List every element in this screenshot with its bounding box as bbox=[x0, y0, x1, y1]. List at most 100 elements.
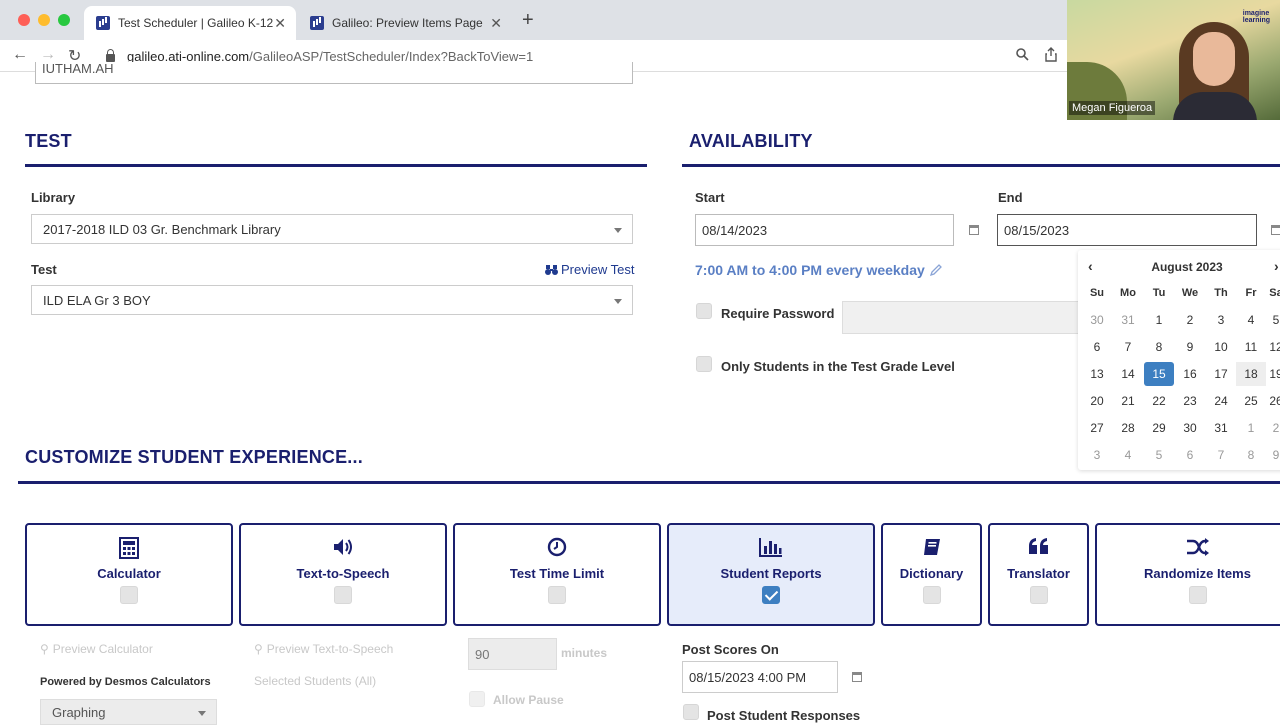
calendar-icon[interactable] bbox=[1271, 225, 1280, 235]
close-tab-icon[interactable]: ✕ bbox=[490, 15, 502, 32]
calendar-day[interactable]: 15 bbox=[1144, 362, 1174, 386]
feature-card-text-to-speech[interactable]: Text-to-Speech bbox=[239, 523, 447, 626]
require-password-checkbox[interactable] bbox=[696, 303, 712, 319]
calculator-mode-select[interactable]: Graphing bbox=[40, 699, 217, 725]
feature-card-checkbox[interactable] bbox=[548, 586, 566, 604]
feature-card-checkbox[interactable] bbox=[762, 586, 780, 604]
time-limit-input[interactable]: 90 bbox=[468, 638, 557, 670]
calendar-day[interactable]: 5 bbox=[1261, 308, 1280, 332]
password-input[interactable] bbox=[842, 301, 1082, 334]
calendar-icon[interactable] bbox=[969, 225, 979, 235]
test-select[interactable]: ILD ELA Gr 3 BOY bbox=[31, 285, 633, 315]
allow-pause-checkbox[interactable] bbox=[469, 691, 485, 707]
feature-card-test-time-limit[interactable]: Test Time Limit bbox=[453, 523, 661, 626]
feature-card-checkbox[interactable] bbox=[334, 586, 352, 604]
weekday-header: Sa bbox=[1269, 287, 1280, 299]
new-tab-button[interactable]: + bbox=[522, 10, 534, 30]
library-select[interactable]: 2017-2018 ILD 03 Gr. Benchmark Library bbox=[31, 214, 633, 244]
tab-preview-items[interactable]: Galileo: Preview Items Page ✕ bbox=[298, 6, 512, 40]
schedule-link[interactable]: 7:00 AM to 4:00 PM every weekday bbox=[695, 262, 943, 278]
selected-students-label[interactable]: Selected Students (All) bbox=[254, 674, 376, 688]
preview-tts-link[interactable]: ⚲ Preview Text-to-Speech bbox=[254, 642, 393, 656]
calendar-month-label[interactable]: August 2023 bbox=[1078, 260, 1280, 274]
time-limit-unit: minutes bbox=[561, 646, 608, 660]
calendar-day[interactable]: 20 bbox=[1082, 389, 1112, 413]
calendar-day[interactable]: 7 bbox=[1113, 335, 1143, 359]
calendar-day[interactable]: 23 bbox=[1175, 389, 1205, 413]
feature-card-label: Dictionary bbox=[899, 566, 964, 581]
post-responses-checkbox[interactable] bbox=[683, 704, 699, 720]
feature-card-checkbox[interactable] bbox=[1029, 586, 1048, 604]
calendar-day[interactable]: 1 bbox=[1144, 308, 1174, 332]
calendar-day[interactable]: 27 bbox=[1082, 416, 1112, 440]
calendar-day[interactable]: 28 bbox=[1113, 416, 1143, 440]
feature-card-label: Test Time Limit bbox=[509, 566, 605, 581]
calendar-day[interactable]: 21 bbox=[1113, 389, 1143, 413]
back-arrow-icon[interactable]: ← bbox=[12, 46, 28, 64]
post-responses-label: Post Student Responses bbox=[707, 708, 861, 723]
calendar-day[interactable]: 2 bbox=[1261, 416, 1280, 440]
calendar-day[interactable]: 10 bbox=[1206, 335, 1236, 359]
calendar-day[interactable]: 24 bbox=[1206, 389, 1236, 413]
feature-card-dictionary[interactable]: Dictionary bbox=[881, 523, 982, 626]
chevron-down-icon bbox=[614, 228, 622, 233]
preview-test-link[interactable]: Preview Test bbox=[545, 262, 634, 277]
calendar-day[interactable]: 12 bbox=[1261, 335, 1280, 359]
post-scores-value: 08/15/2023 4:00 PM bbox=[689, 669, 807, 685]
start-date-input[interactable]: 08/14/2023 bbox=[695, 214, 954, 246]
calendar-day[interactable]: 30 bbox=[1175, 416, 1205, 440]
preview-test-label: Preview Test bbox=[561, 262, 635, 277]
search-icon[interactable] bbox=[1016, 48, 1029, 61]
calendar-day[interactable]: 31 bbox=[1113, 308, 1143, 332]
partial-top-field[interactable]: IUTHAM.AH bbox=[35, 62, 633, 84]
window-close-button[interactable] bbox=[18, 14, 30, 26]
window-zoom-button[interactable] bbox=[58, 14, 70, 26]
calendar-day[interactable]: 3 bbox=[1082, 443, 1112, 467]
calendar-day[interactable]: 4 bbox=[1113, 443, 1143, 467]
only-grade-checkbox[interactable] bbox=[696, 356, 712, 372]
preview-calculator-link[interactable]: ⚲ Preview Calculator bbox=[40, 642, 153, 656]
calendar-day[interactable]: 9 bbox=[1175, 335, 1205, 359]
calendar-day[interactable]: 19 bbox=[1261, 362, 1280, 386]
feature-card-randomize-items[interactable]: Randomize Items bbox=[1095, 523, 1280, 626]
calendar-day[interactable]: 6 bbox=[1082, 335, 1112, 359]
weekday-header: Tu bbox=[1152, 287, 1166, 299]
customize-section-rule bbox=[18, 481, 1280, 484]
tab-title: Galileo: Preview Items Page bbox=[332, 16, 483, 30]
calendar-icon[interactable] bbox=[852, 672, 862, 682]
close-tab-icon[interactable]: ✕ bbox=[274, 15, 286, 32]
calendar-day[interactable]: 14 bbox=[1113, 362, 1143, 386]
binoculars-icon bbox=[545, 264, 558, 275]
calendar-day[interactable]: 9 bbox=[1261, 443, 1280, 467]
feature-card-checkbox[interactable] bbox=[120, 586, 138, 604]
calendar-day[interactable]: 7 bbox=[1206, 443, 1236, 467]
calendar-day[interactable]: 2 bbox=[1175, 308, 1205, 332]
next-month-icon[interactable]: › bbox=[1274, 258, 1279, 274]
calendar-day[interactable]: 29 bbox=[1144, 416, 1174, 440]
chevron-down-icon bbox=[614, 299, 622, 304]
calendar-day[interactable]: 31 bbox=[1206, 416, 1236, 440]
calendar-day[interactable]: 6 bbox=[1175, 443, 1205, 467]
tab-test-scheduler[interactable]: Test Scheduler | Galileo K-12 ✕ bbox=[84, 6, 296, 40]
calendar-day[interactable]: 5 bbox=[1144, 443, 1174, 467]
feature-card-checkbox[interactable] bbox=[922, 586, 941, 604]
participant-name: Megan Figueroa bbox=[1069, 101, 1156, 115]
calendar-day[interactable]: 3 bbox=[1206, 308, 1236, 332]
binoculars-icon: ⚲ bbox=[40, 642, 49, 656]
post-scores-input[interactable]: 08/15/2023 4:00 PM bbox=[682, 661, 838, 693]
calendar-day[interactable]: 8 bbox=[1144, 335, 1174, 359]
calendar-day[interactable]: 16 bbox=[1175, 362, 1205, 386]
feature-card-calculator[interactable]: Calculator bbox=[25, 523, 233, 626]
calendar-day[interactable]: 17 bbox=[1206, 362, 1236, 386]
calendar-day[interactable]: 30 bbox=[1082, 308, 1112, 332]
share-icon[interactable] bbox=[1045, 47, 1057, 62]
window-minimize-button[interactable] bbox=[38, 14, 50, 26]
schedule-text: 7:00 AM to 4:00 PM every weekday bbox=[695, 262, 925, 278]
feature-card-checkbox[interactable] bbox=[1188, 586, 1207, 604]
end-date-input[interactable]: 08/15/2023 bbox=[997, 214, 1257, 246]
calendar-day[interactable]: 26 bbox=[1261, 389, 1280, 413]
calendar-day[interactable]: 22 bbox=[1144, 389, 1174, 413]
calendar-day[interactable]: 13 bbox=[1082, 362, 1112, 386]
feature-card-student-reports[interactable]: Student Reports bbox=[667, 523, 875, 626]
feature-card-translator[interactable]: Translator bbox=[988, 523, 1089, 626]
